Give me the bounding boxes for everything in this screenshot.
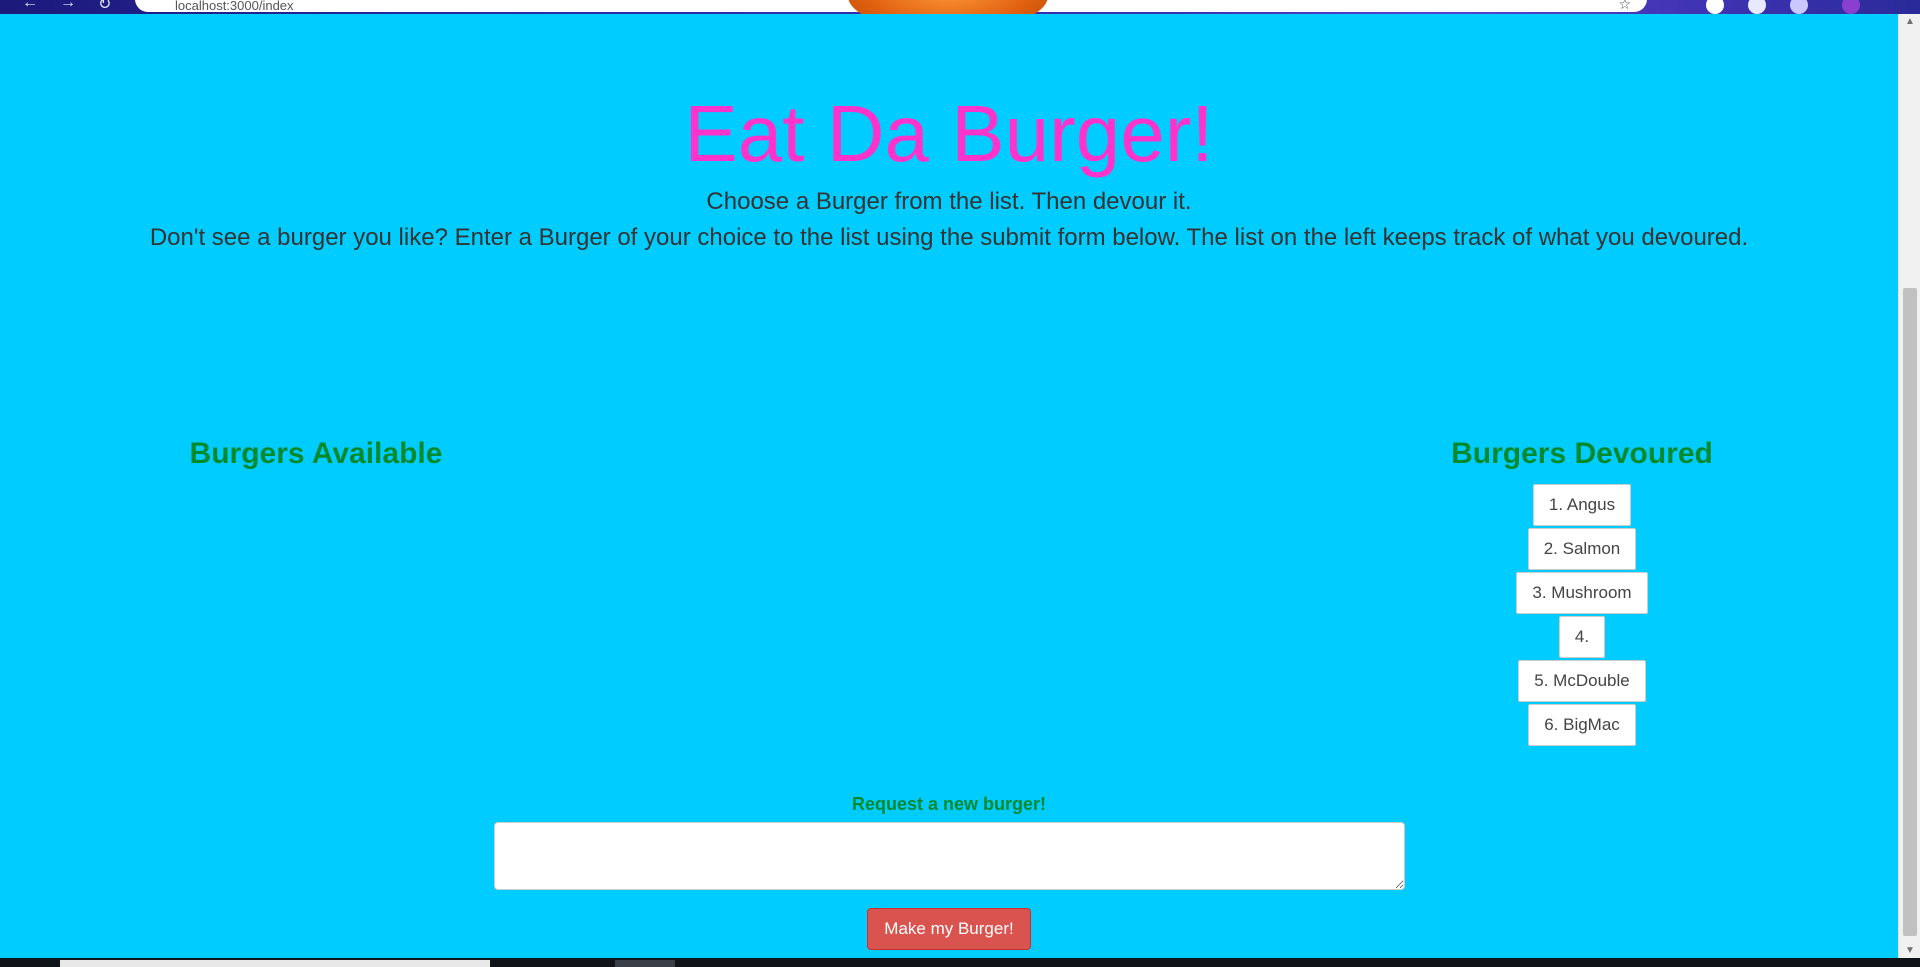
burger-logo-image bbox=[848, 0, 1048, 14]
page-subtitle: Choose a Burger from the list. Then devo… bbox=[0, 184, 1898, 256]
extension-icon[interactable] bbox=[1706, 0, 1724, 14]
scrollbar-thumb[interactable] bbox=[1903, 288, 1917, 936]
scroll-up-arrow-icon[interactable]: ▲ bbox=[1899, 16, 1920, 27]
back-arrow-icon[interactable]: ← bbox=[22, 0, 38, 12]
address-bar-text: localhost:3000/index bbox=[175, 0, 294, 13]
request-burger-label: Request a new burger! bbox=[851, 794, 1047, 814]
burgers-devoured-heading: Burgers Devoured bbox=[1451, 437, 1713, 470]
extension-icon[interactable] bbox=[1748, 0, 1766, 14]
taskbar-pinned-app[interactable] bbox=[615, 960, 675, 967]
instruction-line-2: Don't see a burger you like? Enter a Bur… bbox=[149, 224, 1749, 251]
instruction-line-1: Choose a Burger from the list. Then devo… bbox=[706, 188, 1192, 215]
burgers-devoured-list: 1. Angus 2. Salmon 3. Mushroom 4. 5. McD… bbox=[1382, 484, 1782, 746]
devoured-burger-item: 1. Angus bbox=[1532, 484, 1632, 526]
burger-name-input[interactable] bbox=[494, 822, 1405, 890]
page-scrollbar[interactable]: ▲ ▼ bbox=[1898, 14, 1920, 958]
profile-avatar[interactable] bbox=[1842, 0, 1860, 14]
reload-icon[interactable]: ↻ bbox=[98, 0, 111, 14]
browser-toolbar: ← → ↻ localhost:3000/index ☆ bbox=[0, 0, 1920, 14]
taskbar-active-window[interactable] bbox=[60, 960, 490, 967]
extension-icon[interactable] bbox=[1790, 0, 1808, 14]
devoured-burger-item: 3. Mushroom bbox=[1516, 572, 1648, 614]
page-title: Eat Da Burger! bbox=[684, 89, 1214, 178]
make-burger-button[interactable]: Make my Burger! bbox=[867, 908, 1031, 950]
star-icon[interactable]: ☆ bbox=[1618, 0, 1631, 13]
os-taskbar bbox=[0, 958, 1920, 967]
main-content: Eat Da Burger! Choose a Burger from the … bbox=[0, 14, 1898, 958]
devoured-burger-item: 6. BigMac bbox=[1528, 704, 1636, 746]
forward-arrow-icon[interactable]: → bbox=[60, 0, 76, 12]
scroll-down-arrow-icon[interactable]: ▼ bbox=[1899, 945, 1920, 956]
devoured-burger-item: 2. Salmon bbox=[1527, 528, 1637, 570]
devoured-burger-item: 5. McDouble bbox=[1518, 660, 1646, 702]
devoured-burger-item: 4. bbox=[1558, 616, 1606, 658]
burgers-available-heading: Burgers Available bbox=[189, 437, 443, 470]
